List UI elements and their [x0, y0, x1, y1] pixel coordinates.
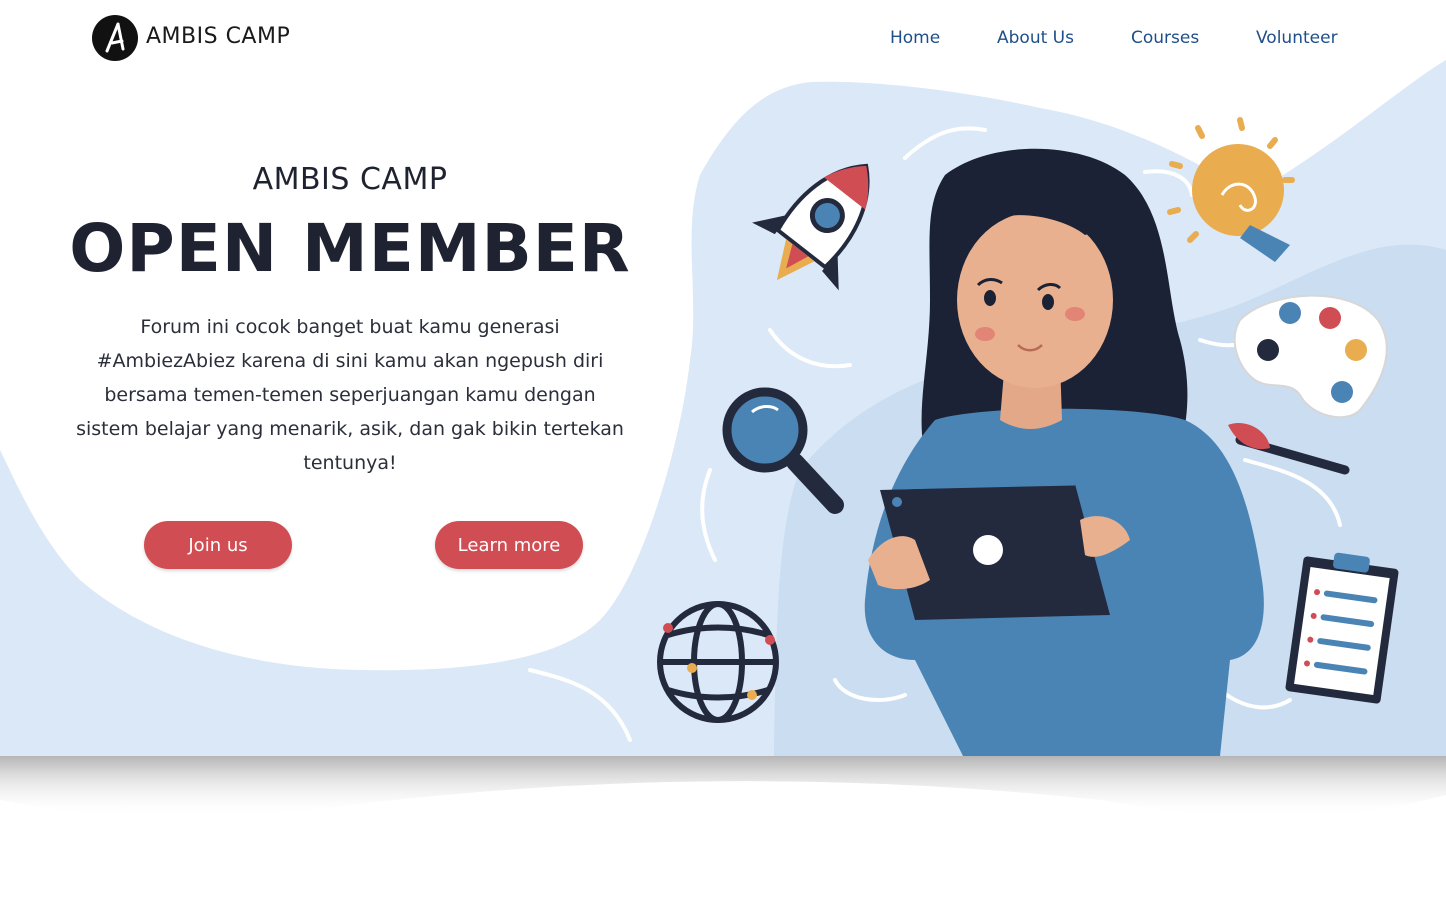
brand-name[interactable]: AMBIS CAMP: [146, 24, 290, 49]
join-us-button[interactable]: Join us: [144, 521, 292, 569]
nav-link-courses[interactable]: Courses: [1131, 28, 1199, 48]
hero-headline: OPEN MEMBER: [69, 210, 631, 287]
logo-icon[interactable]: [92, 15, 138, 61]
hero-eyebrow: AMBIS CAMP: [252, 162, 448, 197]
main-nav: Home About Us Courses Volunteer: [860, 28, 1360, 52]
nav-link-volunteer[interactable]: Volunteer: [1256, 28, 1338, 48]
nav-link-home[interactable]: Home: [890, 28, 940, 48]
learn-more-button[interactable]: Learn more: [435, 521, 583, 569]
girl-face: [957, 212, 1113, 388]
nav-link-about-us[interactable]: About Us: [997, 28, 1074, 48]
clipboard-icon: [1285, 552, 1399, 704]
banner-shadow: [0, 756, 1446, 817]
hero-description: Forum ini cocok banget buat kamu generas…: [76, 316, 624, 474]
